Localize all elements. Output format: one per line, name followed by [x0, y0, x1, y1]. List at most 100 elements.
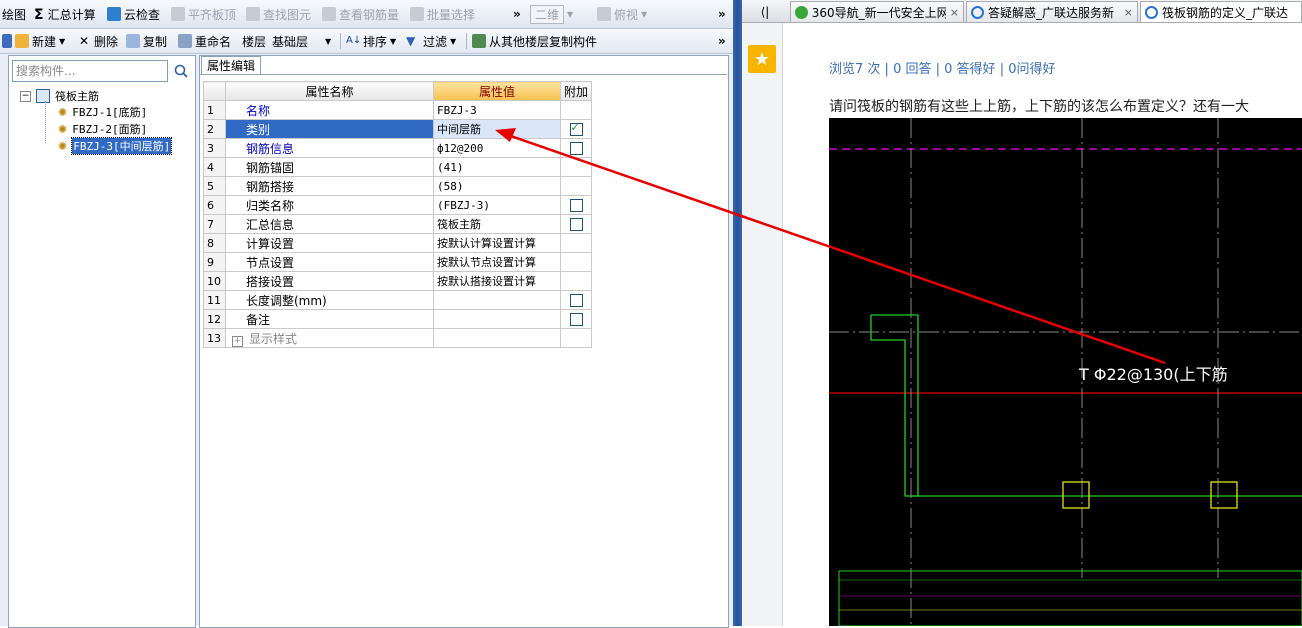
toolbar1-overflow[interactable]: »: [513, 0, 521, 28]
browser-tab-qa[interactable]: 答疑解惑_广联达服务新 ×: [966, 1, 1138, 22]
extra-cell[interactable]: [559, 138, 593, 158]
extra-checkbox[interactable]: [569, 294, 583, 307]
close-icon[interactable]: ×: [1120, 6, 1133, 19]
find-element-button[interactable]: 查找图元: [246, 0, 311, 28]
extra-cell[interactable]: [559, 195, 593, 215]
copy-button[interactable]: 复制: [126, 29, 167, 53]
good-asks-count[interactable]: 0问得好: [1008, 62, 1055, 77]
batch-select-button[interactable]: 批量选择: [410, 0, 475, 28]
tree-item-fbzj-3[interactable]: ✺ FBZJ-3[中间层筋]: [58, 137, 173, 155]
property-value-cell[interactable]: [433, 328, 561, 348]
property-row[interactable]: 10 搭接设置 按默认搭接设置计算: [203, 271, 593, 291]
tree-item-fbzj-1[interactable]: ✺ FBZJ-1[底筋]: [58, 104, 147, 120]
copy-from-floor-button[interactable]: 从其他楼层复制构件: [472, 29, 597, 53]
browser-tab-raft-rebar[interactable]: 筏板钢筋的定义_广联达: [1140, 1, 1302, 22]
main-toolbar: 绘图 Σ 汇总计算 云检查 平齐板顶 查找图元 查看钢筋量 批量选择 » 二维 …: [0, 0, 733, 29]
sort-az-icon: A↓: [346, 35, 362, 46]
tree-root-label: 筏板主筋: [55, 90, 99, 103]
new-label: 新建: [32, 34, 57, 49]
extra-checkbox[interactable]: [569, 218, 583, 231]
property-row[interactable]: 6 归类名称 (FBZJ-3): [203, 195, 593, 215]
extra-cell: [559, 328, 593, 348]
cloud-check-button[interactable]: 云检查: [107, 0, 160, 28]
views-count[interactable]: 浏览7 次: [829, 62, 880, 77]
property-name-cell: + 显示样式: [225, 328, 434, 348]
tree-root[interactable]: − 筏板主筋: [20, 88, 99, 104]
property-name: 钢筋锚固: [246, 160, 295, 175]
extra-checkbox[interactable]: [569, 142, 583, 155]
property-row[interactable]: 12 备注: [203, 309, 593, 329]
new-dropdown[interactable]: 新建 ▼: [15, 29, 65, 53]
property-row[interactable]: 4 钢筋锚固 (41): [203, 157, 593, 177]
extra-checkbox[interactable]: [569, 121, 583, 136]
property-row[interactable]: 13 + 显示样式: [203, 328, 593, 348]
delete-label: 删除: [94, 34, 119, 49]
tree-item-fbzj-2[interactable]: ✺ FBZJ-2[面筋]: [58, 121, 147, 137]
tab-title: 答疑解惑_广联达服务新: [988, 5, 1115, 20]
property-value-cell[interactable]: 按默认搭接设置计算: [433, 271, 561, 291]
property-row[interactable]: 8 计算设置 按默认计算设置计算: [203, 233, 593, 253]
new-button[interactable]: [2, 29, 15, 53]
property-value-cell[interactable]: [433, 309, 561, 329]
toolbar1-overflow-right[interactable]: »: [718, 0, 726, 28]
row-number: 4: [203, 157, 226, 177]
property-value-cell[interactable]: 按默认节点设置计算: [433, 252, 561, 272]
extra-cell: [559, 233, 593, 253]
tab-list-back-button[interactable]: ⟨|: [746, 1, 784, 22]
expand-icon[interactable]: +: [232, 335, 243, 347]
property-row[interactable]: 1 名称 FBZJ-3: [203, 100, 593, 120]
property-value-cell[interactable]: (41): [433, 157, 561, 177]
toolbar2-overflow[interactable]: »: [718, 29, 726, 53]
extra-cell[interactable]: [559, 290, 593, 310]
view-rebar-button[interactable]: 查看钢筋量: [322, 0, 399, 28]
ie-icon: [1145, 5, 1158, 19]
summary-calc-button[interactable]: Σ 汇总计算: [34, 0, 96, 28]
filter-dropdown[interactable]: ▼ 过滤 ▼: [406, 29, 456, 53]
property-name-cell: 名称: [225, 100, 434, 120]
property-value-cell[interactable]: 筏板主筋: [433, 214, 561, 234]
collapse-icon[interactable]: −: [20, 90, 31, 102]
row-number: 12: [203, 309, 226, 329]
close-icon[interactable]: ×: [946, 6, 959, 19]
extra-cell[interactable]: [559, 309, 593, 329]
property-value-cell[interactable]: [433, 290, 561, 310]
extra-cell[interactable]: [559, 214, 593, 234]
property-row[interactable]: 5 钢筋搭接 (58): [203, 176, 593, 196]
favorite-button[interactable]: ★: [748, 45, 776, 73]
property-value-cell[interactable]: (FBZJ-3): [433, 195, 561, 215]
search-input[interactable]: 搜索构件...: [12, 60, 168, 82]
property-row[interactable]: 2 类别 中间层筋: [203, 119, 593, 139]
property-row[interactable]: 11 长度调整(mm): [203, 290, 593, 310]
property-row[interactable]: 9 节点设置 按默认节点设置计算: [203, 252, 593, 272]
view-mode-value: 二维: [530, 4, 565, 24]
view-angle-dropdown[interactable]: 俯视 ▼: [597, 0, 647, 28]
property-value-cell[interactable]: (58): [433, 176, 561, 196]
extra-cell[interactable]: [559, 119, 593, 139]
answers-count[interactable]: 0 回答: [893, 62, 931, 77]
ie-icon: [971, 5, 984, 19]
delete-button[interactable]: ✕ 删除: [77, 29, 118, 53]
extra-checkbox[interactable]: [569, 199, 583, 212]
property-value-cell[interactable]: 中间层筋: [433, 119, 561, 139]
draw-button[interactable]: 绘图: [2, 0, 26, 28]
browser-tab-360[interactable]: 360导航_新一代安全上网 ×: [790, 1, 964, 22]
search-button[interactable]: [170, 60, 192, 82]
good-answers-count[interactable]: 0 答得好: [944, 62, 995, 77]
view-mode-dropdown[interactable]: 二维 ▼: [530, 0, 573, 28]
flush-slab-top-button[interactable]: 平齐板顶: [171, 0, 236, 28]
extra-cell: [559, 271, 593, 291]
property-row[interactable]: 3 钢筋信息 ф12@200: [203, 138, 593, 158]
property-value-cell[interactable]: ф12@200: [433, 138, 561, 158]
tab-property-edit[interactable]: 属性编辑: [201, 56, 261, 75]
row-number: 3: [203, 138, 226, 158]
question-stats: 浏览7 次 | 0 回答 | 0 答得好 | 0问得好: [829, 58, 1056, 77]
property-row[interactable]: 7 汇总信息 筏板主筋: [203, 214, 593, 234]
rename-button[interactable]: 重命名: [178, 29, 231, 53]
cad-rebar-annotation: T Φ22@130(上下筋: [1079, 365, 1228, 384]
property-value-cell[interactable]: FBZJ-3: [433, 100, 561, 120]
tree-item-label: FBZJ-2[面筋]: [72, 123, 148, 136]
sort-dropdown[interactable]: A↓ 排序 ▼: [346, 29, 396, 53]
floor-select[interactable]: 基础层 ▼: [272, 29, 331, 53]
property-value-cell[interactable]: 按默认计算设置计算: [433, 233, 561, 253]
extra-checkbox[interactable]: [569, 313, 583, 326]
